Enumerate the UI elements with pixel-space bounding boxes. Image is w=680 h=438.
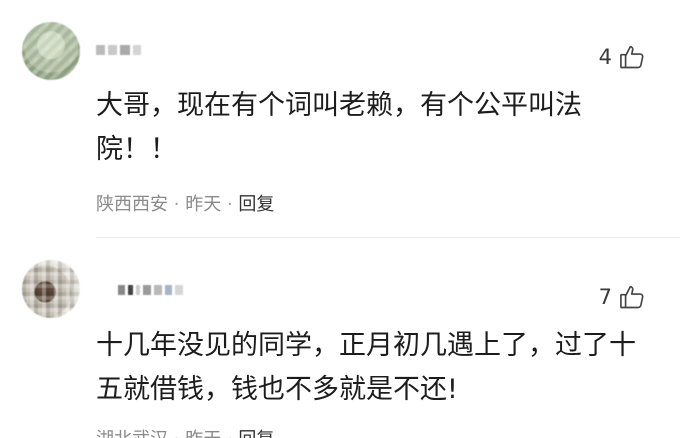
- comment-item: 7 十几年没见的同学，正月初几遇上了，过了十五就借钱，钱也不多就是不还! 湖北武…: [0, 240, 680, 438]
- timestamp: 昨天: [185, 194, 222, 215]
- reply-button[interactable]: 回复: [238, 194, 274, 215]
- comment-item: 4 大哥，现在有个词叫老赖，有个公平叫法院！！ 陕西西安 · 昨天 · 回复: [0, 0, 680, 238]
- separator-dot: ·: [227, 429, 233, 438]
- comment-meta: 湖北武汉 · 昨天 · 回复: [96, 425, 274, 438]
- location: 陕西西安: [96, 194, 168, 215]
- comment-text: 十几年没见的同学，正月初几遇上了，过了十五就借钱，钱也不多就是不还!: [96, 330, 636, 405]
- like-count: 7: [598, 285, 612, 309]
- avatar[interactable]: [22, 260, 80, 318]
- separator-dot: ·: [174, 429, 180, 438]
- thumbs-up-icon: [620, 285, 644, 309]
- like-button[interactable]: 7: [599, 283, 646, 311]
- avatar[interactable]: [22, 22, 80, 80]
- comment-text: 大哥，现在有个词叫老赖，有个公平叫法院！！: [96, 90, 582, 165]
- like-count: 4: [598, 45, 612, 69]
- username-blurred[interactable]: [118, 282, 183, 298]
- timestamp: 昨天: [185, 429, 221, 438]
- thumbs-up-icon: [620, 45, 644, 69]
- location: 湖北武汉: [96, 429, 168, 438]
- separator-dot: ·: [173, 194, 180, 215]
- reply-button[interactable]: 回复: [238, 429, 274, 438]
- divider: [96, 237, 680, 238]
- separator-dot: ·: [226, 194, 233, 215]
- username-blurred[interactable]: [96, 42, 141, 58]
- comment-meta: 陕西西安 · 昨天 · 回复: [96, 190, 274, 216]
- like-button[interactable]: 4: [599, 43, 646, 71]
